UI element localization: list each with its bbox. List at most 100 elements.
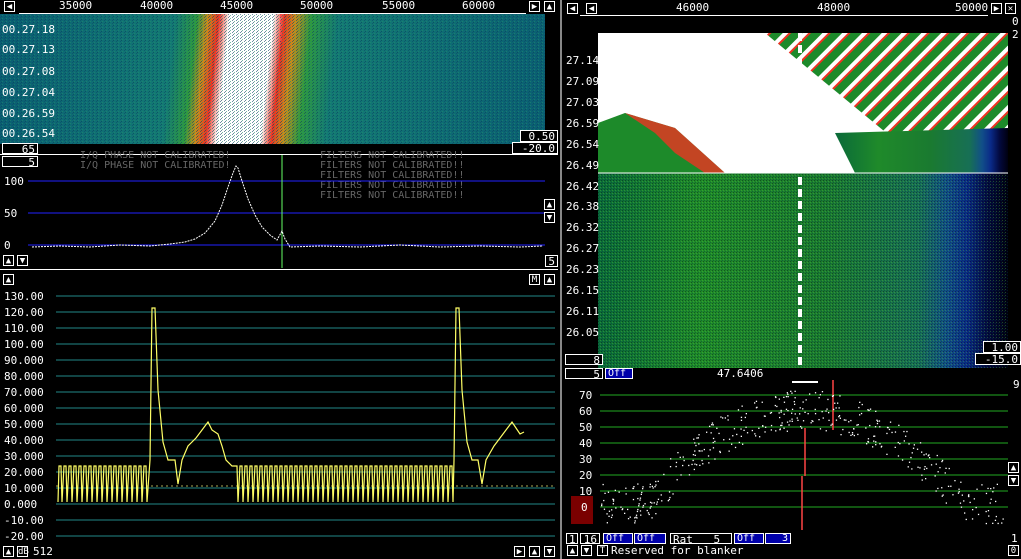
- freq-label: 48000: [817, 1, 851, 14]
- baseband-y-label: 0.000: [4, 498, 38, 511]
- scroll-left-button[interactable]: ◀: [4, 1, 15, 12]
- baseband-y-label: 100.00: [4, 338, 44, 351]
- spectrum-y-label: 100: [4, 175, 24, 188]
- baseband-y-label: 30.000: [4, 450, 44, 463]
- baseband-db-button[interactable]: dB: [17, 546, 29, 557]
- spectrum-down-button[interactable]: ▼: [544, 212, 555, 223]
- freq-label: 45000: [220, 0, 254, 12]
- spectrum-right-field[interactable]: 5: [545, 255, 558, 267]
- spectrum-scale-up-button[interactable]: ▲: [3, 255, 14, 266]
- baseband-y-label: 50.000: [4, 418, 44, 431]
- bar-up-button[interactable]: ▲: [567, 545, 578, 556]
- bar-toggle-button[interactable]: T: [597, 545, 608, 556]
- time-label: 26.59: [566, 117, 600, 130]
- time-label: 26.38: [566, 200, 600, 213]
- baseband-y-label: 70.000: [4, 386, 44, 399]
- time-label: 27.09: [566, 75, 600, 88]
- baseband-y-label: 130.00: [4, 290, 44, 303]
- freq-label: 46000: [676, 1, 710, 14]
- bar-off-button-1[interactable]: Off: [603, 533, 633, 544]
- scroll-right-button[interactable]: ▶: [529, 1, 540, 12]
- baseband-y-label: 110.00: [4, 322, 44, 335]
- graph-up-button[interactable]: ▲: [1008, 462, 1019, 473]
- hires-gain-field[interactable]: 1.00: [983, 341, 1021, 353]
- baseband-scroll-up-button-2[interactable]: ▲: [529, 546, 540, 557]
- spectrum-up-button[interactable]: ▲: [544, 199, 555, 210]
- spectrum-y-label: 0: [4, 239, 11, 252]
- baseband-scroll-right-button[interactable]: ▶: [514, 546, 525, 557]
- baseband-scroll-down-button[interactable]: ▼: [544, 546, 555, 557]
- time-label: 00.27.04: [2, 86, 55, 99]
- freq-label: 50000: [300, 0, 334, 12]
- bar-field-2[interactable]: 16: [580, 533, 600, 545]
- hires-freq-scale[interactable]: 46000 48000 50000: [580, 0, 988, 16]
- baseband-y-label: 90.000: [4, 354, 44, 367]
- waterfall-gain-field[interactable]: 0.50: [520, 130, 558, 142]
- left-spectrum-panel: 5 I/Q PHASE NOT CALIBRATED! I/Q PHASE NO…: [0, 151, 558, 270]
- graph-y-label: 10: [579, 485, 593, 498]
- waterfall-offset-field[interactable]: -20.0: [512, 142, 558, 154]
- baseband-panel: ▲ M ▲ 130.00 120.00 110.00 100.00 90.000…: [0, 270, 558, 559]
- baseband-y-label: 80.000: [4, 370, 44, 383]
- time-label: 26.32: [566, 221, 600, 234]
- hires-waterfall-image: [565, 33, 1008, 368]
- graph-y-label: 50: [579, 421, 593, 434]
- side-digit: 1: [1011, 532, 1018, 545]
- time-label: 00.27.13: [2, 43, 55, 56]
- bar-off-button-3[interactable]: Off: [734, 533, 764, 544]
- baseband-points-label: 512: [33, 545, 53, 558]
- graph-y-label: 70: [579, 389, 593, 402]
- hires-waterfall-panel: 46000 48000 50000 ◀ ◀ ▶ ✕ 0 2 27.14 27.0…: [565, 0, 1021, 368]
- time-label: 26.15: [566, 284, 600, 297]
- freq-label: 50000: [955, 1, 989, 14]
- spectrum-y-label: 50: [4, 207, 18, 220]
- baseband-y-label: -20.00: [4, 530, 44, 543]
- time-label: 26.49: [566, 159, 600, 172]
- left-freq-scale[interactable]: 35000 40000 45000 50000 55000 60000: [19, 0, 526, 14]
- hires-graph-panel: 5 Off 47.6406 9 70 60 50 40 30 20 10 0 ▲…: [565, 367, 1021, 559]
- left-spectrum-plot: [28, 155, 545, 268]
- hires-scroll-left-button-2[interactable]: ◀: [586, 3, 597, 14]
- time-label: 26.42: [566, 180, 600, 193]
- scroll-up-button[interactable]: ▲: [544, 1, 555, 12]
- graph-y-label: 30: [579, 453, 593, 466]
- baseband-scale-up-button[interactable]: ▲: [3, 546, 14, 557]
- bar-off-button-2[interactable]: Off: [634, 533, 666, 544]
- time-label: 26.23: [566, 263, 600, 276]
- bar-field-3[interactable]: 3: [765, 533, 791, 544]
- graph-y-label: 40: [579, 437, 593, 450]
- graph-y-label: 20: [579, 469, 593, 482]
- hires-scroll-right-button[interactable]: ▶: [991, 3, 1002, 14]
- rat-field[interactable]: Rat 5: [670, 533, 732, 545]
- time-label: 27.03: [566, 96, 600, 109]
- baseband-y-label: 120.00: [4, 306, 44, 319]
- bar-field-1[interactable]: 1: [566, 533, 578, 545]
- time-label: 00.27.18: [2, 23, 55, 36]
- panel-divider: [560, 0, 562, 559]
- time-label: 00.26.59: [2, 107, 55, 120]
- status-text: Reserved for blanker: [611, 544, 744, 557]
- freq-label: 35000: [59, 0, 93, 12]
- graph-down-button[interactable]: ▼: [1008, 475, 1019, 486]
- time-label: 00.27.08: [2, 65, 55, 78]
- time-label: 26.05: [566, 326, 600, 339]
- freq-label: 55000: [382, 0, 416, 12]
- left-waterfall-image: [0, 14, 545, 144]
- time-label: 27.14: [566, 54, 600, 67]
- baseband-plot: [56, 295, 555, 537]
- waterfall-average-field[interactable]: 65: [2, 143, 38, 155]
- hires-close-button[interactable]: ✕: [1005, 3, 1016, 14]
- bar-down-button[interactable]: ▼: [581, 545, 592, 556]
- hires-avg-field[interactable]: 8: [565, 354, 603, 366]
- time-label: 26.27: [566, 242, 600, 255]
- hires-graph-plot: [600, 380, 1008, 530]
- time-label: 26.54: [566, 138, 600, 151]
- time-label: 26.11: [566, 305, 600, 318]
- baseband-y-label: 40.000: [4, 434, 44, 447]
- hires-offset-field[interactable]: -15.0: [975, 353, 1021, 365]
- side-digit: 2: [1012, 28, 1019, 41]
- bar-right-field[interactable]: 0: [1008, 545, 1019, 556]
- hires-scroll-left-button[interactable]: ◀: [567, 3, 578, 14]
- spectrum-scale-down-button[interactable]: ▼: [17, 255, 28, 266]
- freq-label: 60000: [462, 0, 496, 12]
